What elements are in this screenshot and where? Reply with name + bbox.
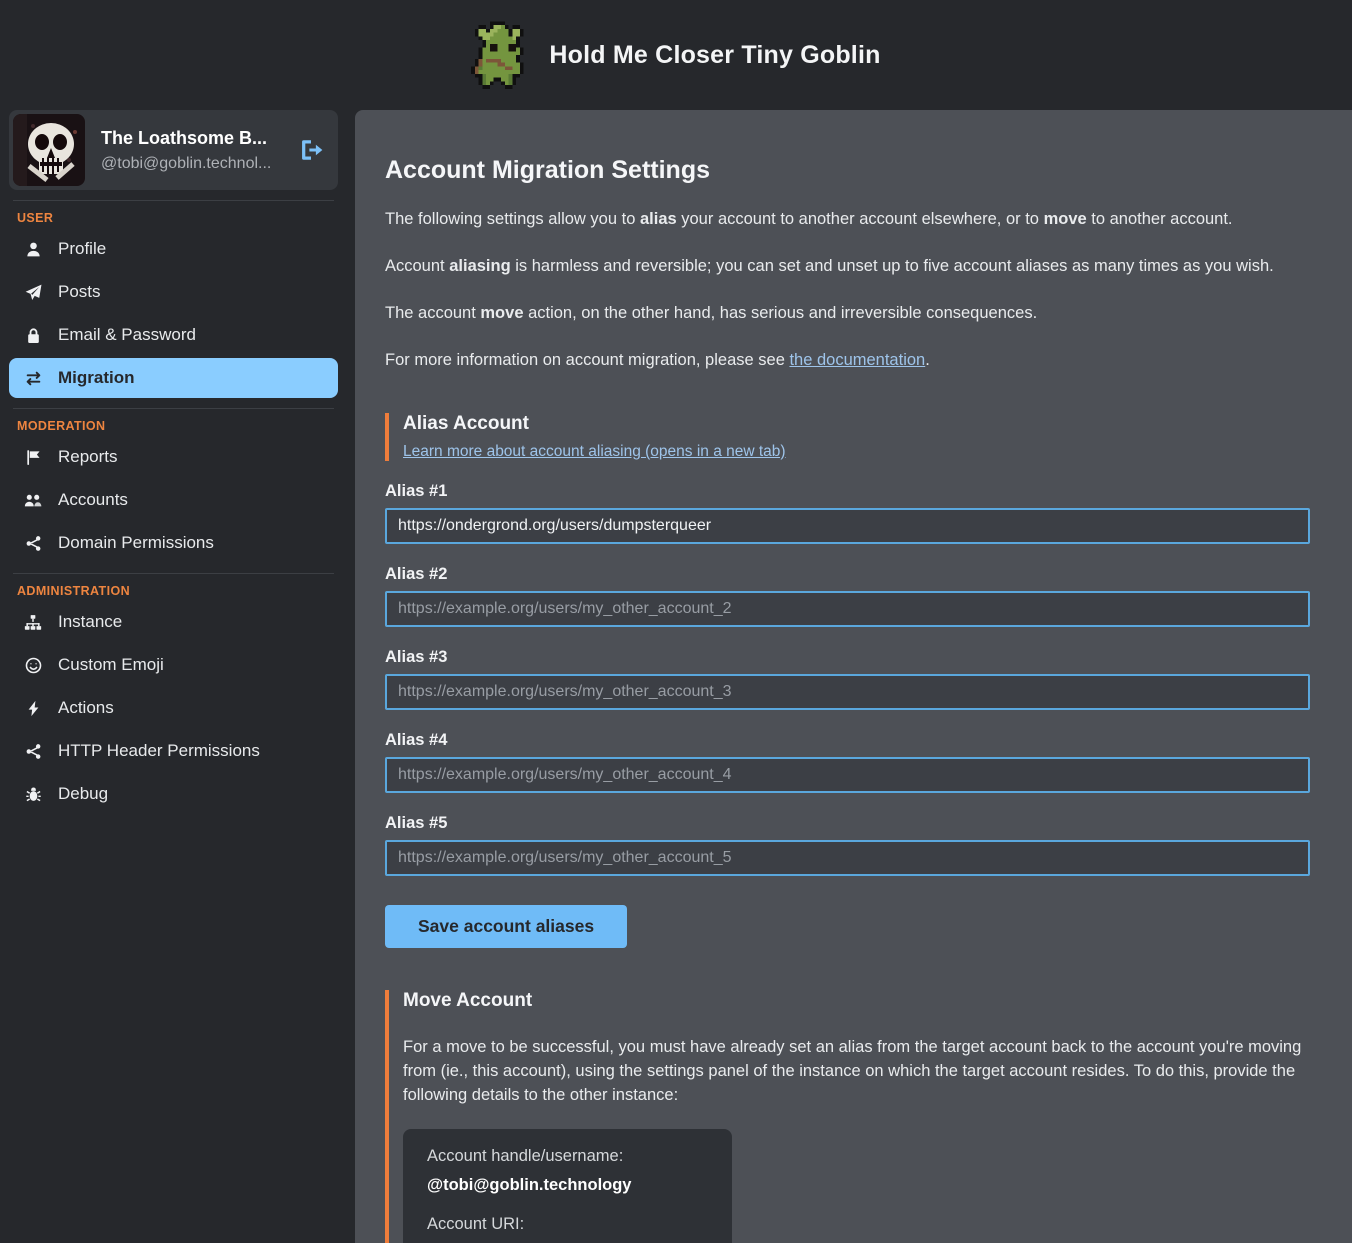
sidebar: The Loathsome B... @tobi@goblin.technol.… [0, 110, 347, 1243]
sidebar-item-reports[interactable]: Reports [9, 437, 338, 477]
page-title: Account Migration Settings [385, 156, 1310, 185]
user-card[interactable]: The Loathsome B... @tobi@goblin.technol.… [9, 110, 338, 190]
user-display-name: The Loathsome B... [101, 128, 282, 149]
sidebar-item-posts[interactable]: Posts [9, 272, 338, 312]
nav-group-administration: ADMINISTRATION [17, 584, 338, 598]
alias-3-label: Alias #3 [385, 648, 1310, 667]
lock-icon [23, 327, 43, 344]
account-handle-value: @tobi@goblin.technology [427, 1176, 708, 1195]
alias-form: Alias #1 Alias #2 Alias #3 Alias #4 Alia… [385, 482, 1310, 948]
alias-5-input[interactable] [385, 840, 1310, 876]
alias-4-input[interactable] [385, 757, 1310, 793]
account-details-box: Account handle/username: @tobi@goblin.te… [403, 1129, 732, 1243]
logout-icon[interactable] [298, 137, 324, 163]
flag-icon [23, 449, 43, 466]
intro-paragraph: Account aliasing is harmless and reversi… [385, 255, 1310, 279]
user-icon [23, 241, 43, 258]
alias-1-label: Alias #1 [385, 482, 1310, 501]
user-handle: @tobi@goblin.technol... [101, 155, 282, 173]
alias-3-input[interactable] [385, 674, 1310, 710]
sidebar-item-email-password[interactable]: Email & Password [9, 315, 338, 355]
intro-text: The following settings allow you to alia… [385, 208, 1310, 373]
account-handle-label: Account handle/username: [427, 1147, 708, 1166]
sidebar-item-accounts[interactable]: Accounts [9, 480, 338, 520]
avatar [13, 114, 85, 186]
intro-paragraph: The following settings allow you to alia… [385, 208, 1310, 232]
alias-2-input[interactable] [385, 591, 1310, 627]
nav-group-moderation: MODERATION [17, 419, 338, 433]
divider [13, 408, 334, 409]
app-title: Hold Me Closer Tiny Goblin [549, 41, 880, 70]
goblin-logo-icon [471, 21, 531, 89]
sidebar-item-instance[interactable]: Instance [9, 602, 338, 642]
share-nodes-icon [23, 743, 43, 760]
documentation-link[interactable]: the documentation [789, 351, 925, 369]
save-aliases-button[interactable]: Save account aliases [385, 905, 627, 948]
alias-4-label: Alias #4 [385, 731, 1310, 750]
sidebar-item-profile[interactable]: Profile [9, 229, 338, 269]
bolt-icon [23, 700, 43, 717]
sidebar-item-custom-emoji[interactable]: Custom Emoji [9, 645, 338, 685]
share-nodes-icon [23, 535, 43, 552]
divider [13, 573, 334, 574]
sidebar-item-debug[interactable]: Debug [9, 774, 338, 814]
sidebar-item-migration[interactable]: Migration [9, 358, 338, 398]
alias-learn-more-link[interactable]: Learn more about account aliasing (opens… [403, 443, 786, 461]
nav-group-user: USER [17, 211, 338, 225]
alias-account-section: Alias Account Learn more about account a… [385, 413, 1310, 461]
transfer-icon [23, 370, 43, 387]
alias-5-label: Alias #5 [385, 814, 1310, 833]
intro-paragraph: For more information on account migratio… [385, 349, 1310, 373]
move-account-section: Move Account For a move to be successful… [385, 990, 1310, 1243]
alias-2-label: Alias #2 [385, 565, 1310, 584]
alias-1-input[interactable] [385, 508, 1310, 544]
divider [13, 200, 334, 201]
sidebar-item-actions[interactable]: Actions [9, 688, 338, 728]
move-section-title: Move Account [403, 990, 1310, 1012]
account-uri-label: Account URI: [427, 1215, 708, 1234]
smiley-icon [23, 657, 43, 674]
users-icon [23, 492, 43, 509]
main-panel: Account Migration Settings The following… [355, 110, 1352, 1243]
sidebar-item-http-header-permissions[interactable]: HTTP Header Permissions [9, 731, 338, 771]
intro-paragraph: The account move action, on the other ha… [385, 302, 1310, 326]
sidebar-item-domain-permissions[interactable]: Domain Permissions [9, 523, 338, 563]
sitemap-icon [23, 614, 43, 631]
app-header: Hold Me Closer Tiny Goblin [0, 0, 1352, 110]
move-description: For a move to be successful, you must ha… [403, 1036, 1303, 1108]
bug-icon [23, 786, 43, 803]
alias-section-title: Alias Account [403, 413, 1310, 435]
paper-plane-icon [23, 284, 43, 301]
